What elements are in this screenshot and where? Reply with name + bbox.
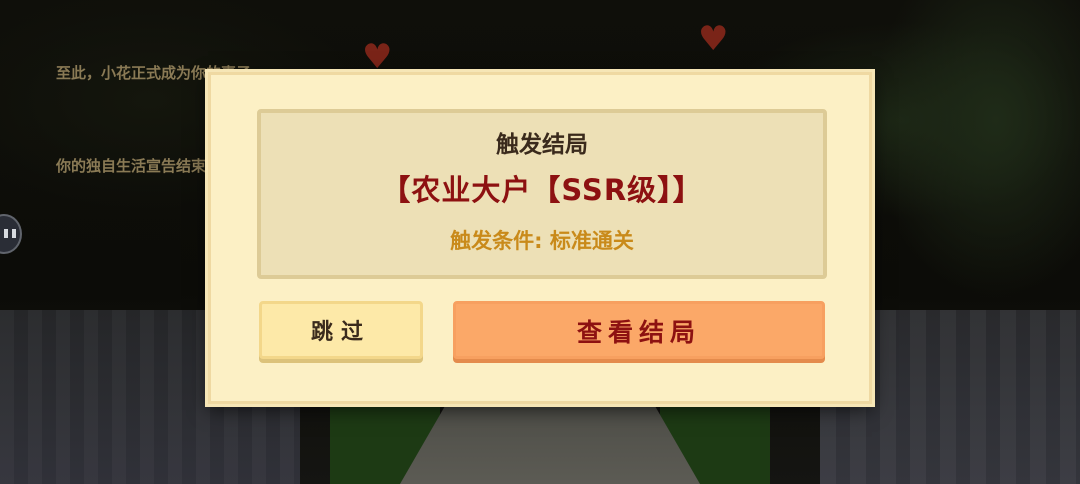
heart-icon: ♥ — [362, 37, 393, 77]
icon-detail — [12, 229, 16, 238]
chat-bubble-icon[interactable] — [0, 214, 22, 254]
view-ending-button[interactable]: 查看结局 — [453, 301, 825, 359]
tree-foliage — [870, 0, 1080, 300]
icon-detail — [4, 229, 8, 238]
ending-dialog: 触发结局 【农业大户【SSR级】】 触发条件: 标准通关 跳过 查看结局 — [208, 72, 872, 404]
ending-info-panel: 触发结局 【农业大户【SSR级】】 触发条件: 标准通关 — [257, 109, 827, 279]
trigger-condition: 触发条件: 标准通关 — [450, 229, 634, 253]
story-text-line: 你的独自生活宣告结束 — [56, 157, 207, 175]
ending-name: 【农业大户【SSR级】】 — [381, 173, 703, 207]
heart-icon: ♥ — [698, 19, 729, 59]
dialog-title: 触发结局 — [496, 132, 588, 158]
skip-button[interactable]: 跳过 — [259, 301, 423, 359]
